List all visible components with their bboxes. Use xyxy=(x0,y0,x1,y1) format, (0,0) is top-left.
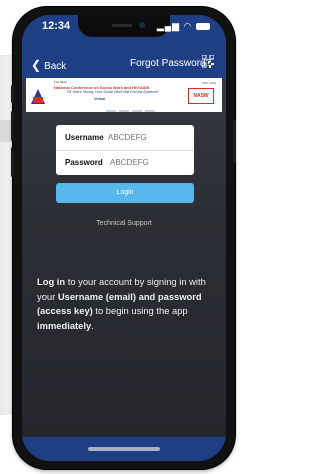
phone-mute-switch xyxy=(11,85,14,103)
back-label: Back xyxy=(44,61,67,72)
sponsor-logos xyxy=(106,102,166,112)
banner-line3: Virtual xyxy=(94,97,106,101)
signal-icon: ▂▄▆ xyxy=(156,21,181,31)
speaker-icon xyxy=(112,24,132,27)
desc-part-5: immediately xyxy=(37,319,92,331)
banner-subtitle: "25 Years Strong: How Social Work Will E… xyxy=(66,90,160,94)
password-row: Password xyxy=(56,150,194,175)
phone-volume-up xyxy=(11,111,14,141)
desc-part-4: to begin using the app xyxy=(92,305,188,317)
banner-date: MAY 2023 xyxy=(202,81,216,85)
phone-volume-down xyxy=(11,147,14,177)
login-instructions: Log in to your account by signing in wit… xyxy=(37,275,215,333)
login-form: Username Password xyxy=(56,125,194,175)
forgot-password-link[interactable]: Forgot Password? xyxy=(130,58,211,69)
username-input[interactable] xyxy=(108,131,188,144)
phone-frame: 12:34 ▂▄▆ ◠ ❮ Back Forgot Password? The 2… xyxy=(11,7,236,469)
conference-banner: The 2023 National Conference on Social W… xyxy=(26,78,222,112)
password-input[interactable] xyxy=(110,156,190,169)
home-indicator[interactable] xyxy=(88,447,160,451)
status-time: 12:34 xyxy=(42,20,71,32)
qr-code-icon[interactable] xyxy=(202,55,214,68)
username-label: Username xyxy=(65,133,104,142)
phone-power-button xyxy=(233,119,236,163)
banner-small-top: The 2023 xyxy=(54,80,67,84)
login-button[interactable]: Login xyxy=(56,183,194,203)
chevron-left-icon: ❮ xyxy=(31,58,42,72)
username-row: Username xyxy=(56,125,194,151)
password-label: Password xyxy=(65,158,103,167)
conference-logo-accent xyxy=(33,97,43,103)
banner-org-logo: NASW xyxy=(188,88,214,104)
status-icons: ▂▄▆ ◠ xyxy=(157,21,210,32)
wifi-icon: ◠ xyxy=(183,21,193,31)
back-button[interactable]: ❮ Back xyxy=(31,58,66,72)
desc-part-6: . xyxy=(91,319,94,331)
battery-icon xyxy=(196,23,210,31)
app-screen: 12:34 ▂▄▆ ◠ ❮ Back Forgot Password? The 2… xyxy=(22,15,226,461)
camera-icon xyxy=(139,22,145,28)
technical-support-link[interactable]: Technical Support xyxy=(22,220,226,227)
desc-part-1: Log in xyxy=(37,276,66,287)
